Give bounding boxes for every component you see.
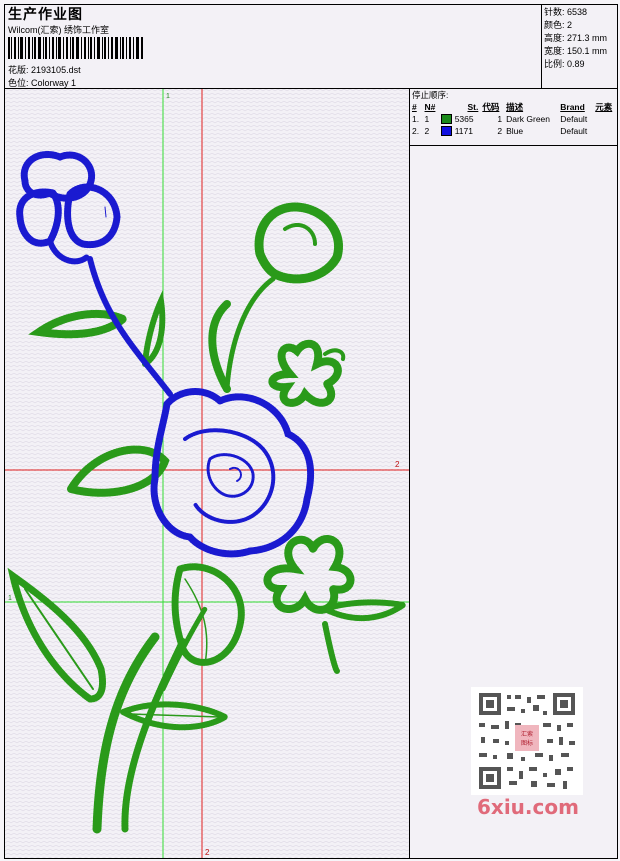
color-swatch-green [441,114,453,125]
stat-value: 0.89 [567,59,585,69]
stat-value: 2 [567,20,573,30]
row-code: 2 [497,126,503,136]
design-file-row: 花版: 2193105.dst [8,63,81,76]
stat-label: 宽度: [544,46,565,56]
colorway: Colorway 1 [31,78,77,88]
stat-value: 150.1 mm [567,46,608,56]
design-file-label: 花版: [8,65,29,75]
colorway-row: 色位: Colorway 1 [8,76,76,89]
studio-name: Wilcom(汇索) 绣饰工作室 [8,25,109,35]
stat-value: 271.3 mm [567,33,608,43]
row-n: 1 [424,114,430,124]
row-element [593,113,617,125]
col-header: St. [467,102,479,112]
row-brand: Default [560,114,588,124]
stitch-count: 1171 [454,125,473,136]
guide-label-v-red: 2 [205,848,210,857]
stat-value: 6538 [567,7,588,17]
stat-colors: 颜色: 2 [544,19,617,32]
production-sheet: 生产作业图 Wilcom(汇索) 绣饰工作室 花版: 2193105.dst 色… [4,4,618,859]
embroidery-preview: 1 2 2 1 [5,89,409,858]
table-row: 1. 1 5365 1 Dark Green Default [410,113,617,125]
stat-label: 针数: [544,7,565,17]
guide-label-h-red: 2 [395,460,400,469]
header-info: 生产作业图 Wilcom(汇索) 绣饰工作室 花版: 2193105.dst 色… [5,5,542,89]
row-num: 1. [412,114,420,124]
row-num: 2. [412,126,420,136]
table-row: 2. 2 1171 2 Blue Default [410,125,617,137]
col-header: 代码 [482,102,500,112]
stop-sequence-title: 停止顺序: [412,90,449,100]
stat-stitches: 针数: 6538 [544,6,617,19]
colorway-label: 色位: [8,78,29,88]
barcode [8,37,143,59]
stat-height: 高度: 271.3 mm [544,32,617,45]
sheet-title: 生产作业图 [8,6,83,22]
row-desc: Dark Green [506,114,551,124]
col-header: 描述 [506,102,524,112]
row-code: 1 [497,114,503,124]
stats-panel: 针数: 6538 颜色: 2 高度: 271.3 mm 宽度: 150.1 mm… [542,5,617,89]
row-n: 2 [424,126,430,136]
row-desc: Blue [506,126,524,136]
design-file: 2193105.dst [31,65,81,75]
stitch-cell: 1171 [439,125,480,137]
panel-divider [410,145,617,146]
stitch-count: 5365 [454,113,474,124]
watermark-stamp-2: 图标 [521,739,533,747]
watermark-brand: 6xiu.com [477,795,579,819]
col-header: N# [424,102,436,112]
qr-code-watermark: 汇索 图标 [471,687,583,795]
guide-label-h-green: 1 [8,595,12,602]
table-header-row: # N# St. 代码 描述 Brand 元素 [410,101,617,113]
watermark-stamp: 汇索 [521,730,533,738]
stat-scale: 比例: 0.89 [544,58,617,71]
color-swatch-blue [441,126,453,137]
row-brand: Default [560,126,588,136]
row-element [593,125,617,137]
stat-label: 高度: [544,33,565,43]
guide-label-v-green: 1 [166,93,170,100]
stat-width: 宽度: 150.1 mm [544,45,617,58]
stat-label: 比例: [544,59,565,69]
stop-sequence-table: # N# St. 代码 描述 Brand 元素 1. 1 5365 1 Dark… [410,101,617,137]
embroidery-design-area: 1 2 2 1 [5,89,410,858]
stat-label: 颜色: [544,20,565,30]
col-header: Brand [560,102,585,112]
stitch-cell: 5365 [439,113,480,125]
col-header: 元素 [595,102,613,112]
col-header: # [412,102,417,112]
